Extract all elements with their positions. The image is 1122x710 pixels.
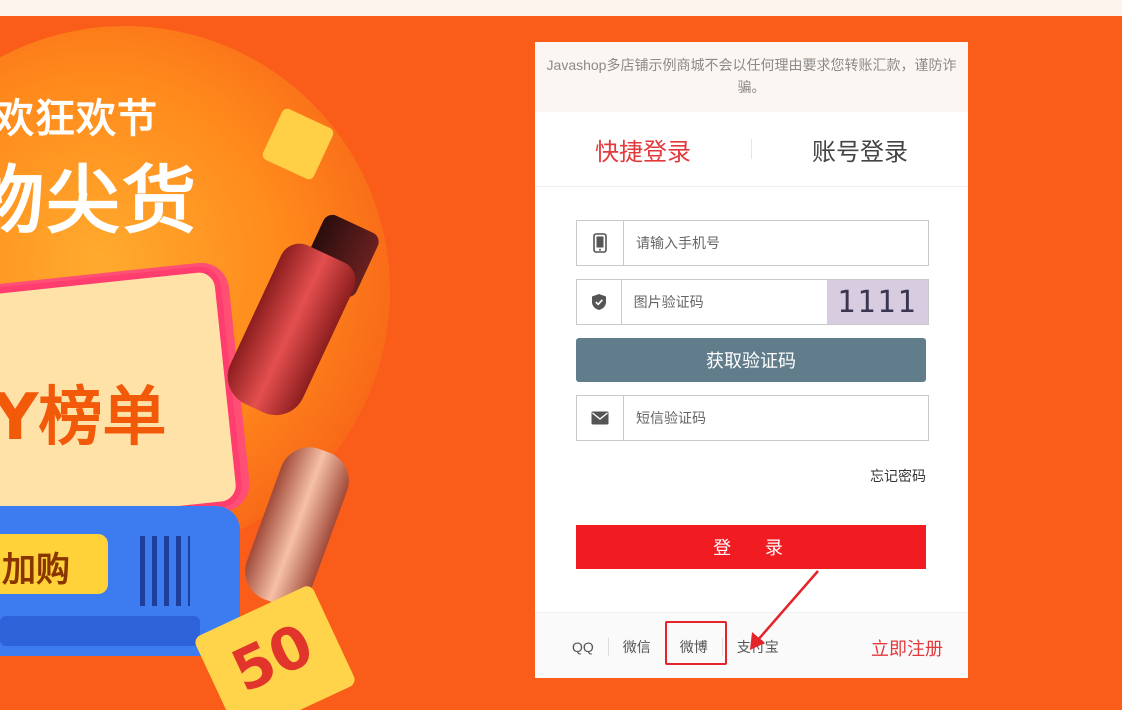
promo-banner: 欢狂欢节 物尖货 Y榜单 加购 50: [0, 16, 520, 710]
phone-field: [576, 220, 929, 266]
sms-code-field: [576, 395, 929, 441]
banner-stripes: [140, 536, 190, 606]
banner-card-text: Y榜单: [0, 381, 167, 455]
login-footer: QQ 微信 微博 支付宝 立即注册: [535, 612, 968, 678]
captcha-image[interactable]: 1111: [826, 280, 928, 324]
phone-icon: [577, 221, 624, 265]
banner-chip-text: 加购: [2, 550, 70, 590]
social-login-wechat[interactable]: 微信: [609, 637, 665, 657]
banner-headline-small: 欢狂欢节: [0, 96, 158, 142]
captcha-input[interactable]: [621, 280, 827, 324]
top-strip: [0, 0, 1122, 16]
sms-code-input[interactable]: [624, 396, 928, 440]
captcha-field: 1111: [576, 279, 929, 325]
annotation-highlight-box: [665, 621, 727, 665]
login-button[interactable]: 登 录: [576, 525, 926, 569]
shield-icon: [577, 280, 622, 324]
tab-account-login[interactable]: 账号登录: [752, 132, 968, 167]
social-login-alipay[interactable]: 支付宝: [723, 637, 793, 657]
banner-headline-large: 物尖货: [0, 158, 198, 244]
register-link[interactable]: 立即注册: [871, 635, 943, 661]
login-tabs: 快捷登录 账号登录: [535, 112, 968, 187]
login-form: 1111 获取验证码 忘记密码 登 录: [576, 220, 929, 569]
login-panel: Javashop多店铺示例商城不会以任何理由要求您转账汇款，谨防诈骗。 快捷登录…: [535, 42, 968, 678]
forgot-password-link[interactable]: 忘记密码: [870, 466, 926, 486]
tab-quick-login[interactable]: 快捷登录: [535, 132, 751, 167]
fraud-notice: Javashop多店铺示例商城不会以任何理由要求您转账汇款，谨防诈骗。: [535, 42, 968, 112]
get-sms-code-button[interactable]: 获取验证码: [576, 338, 926, 382]
social-login-qq[interactable]: QQ: [565, 639, 608, 655]
banner-blue-bar: [0, 616, 200, 646]
envelope-icon: [577, 396, 624, 440]
phone-input[interactable]: [624, 221, 928, 265]
